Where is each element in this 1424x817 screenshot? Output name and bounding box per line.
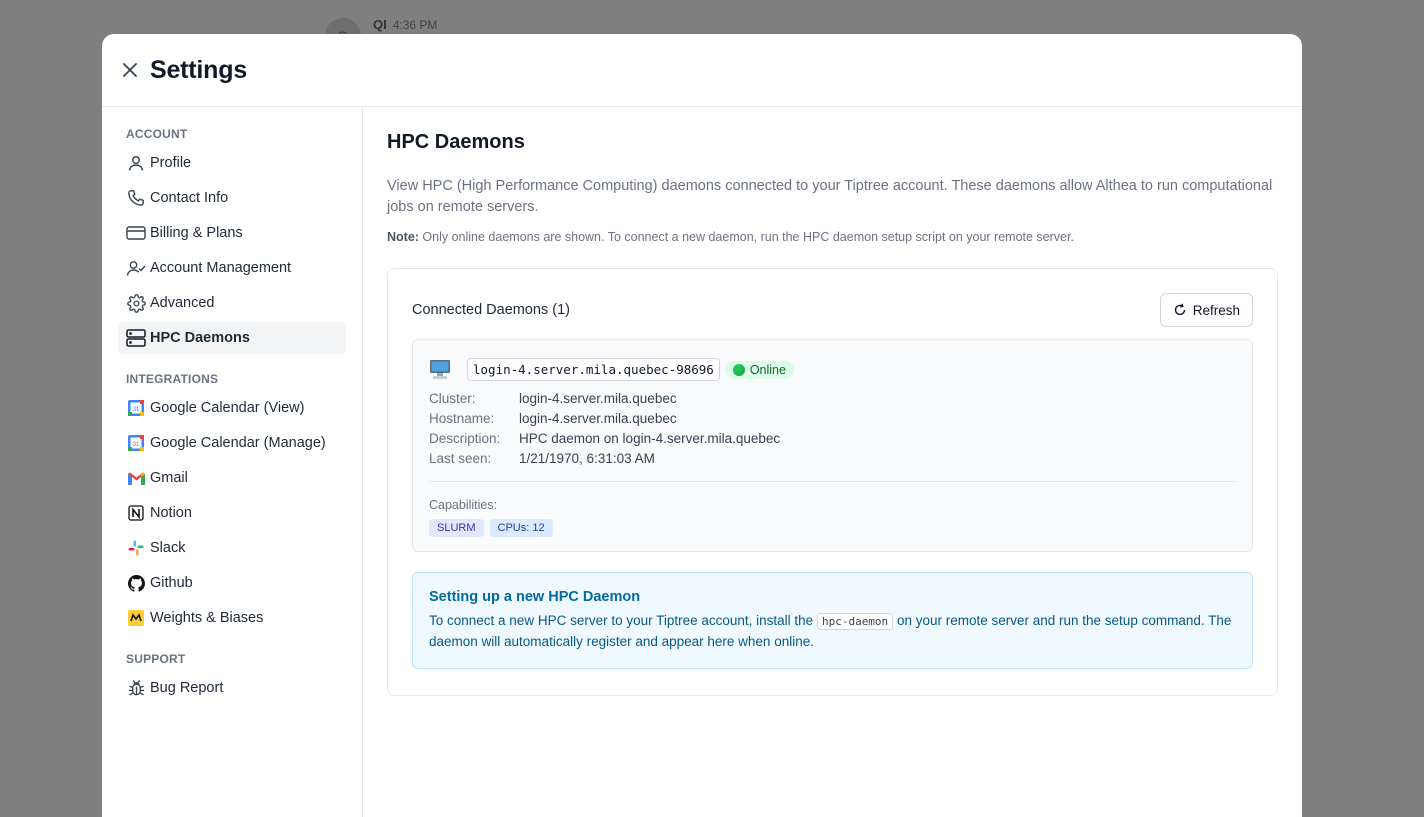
- section-label: SUPPORT: [126, 652, 186, 666]
- settings-modal: Settings ACCOUNT Profile Contact Info Bi…: [102, 34, 1302, 817]
- message-time: 4:36 PM: [392, 18, 438, 32]
- capabilities-label: Capabilities:: [429, 498, 498, 512]
- credit-card-icon: [126, 223, 146, 243]
- sidebar-item-label: Advanced: [150, 295, 215, 311]
- divider: [429, 481, 1236, 482]
- info-value: login-4.server.mila.quebec: [519, 411, 677, 426]
- svg-text:31: 31: [133, 442, 140, 448]
- page-description: View HPC (High Performance Computing) da…: [387, 178, 1273, 215]
- sidebar-item-gmail[interactable]: Gmail: [118, 462, 346, 494]
- capability-badge: SLURM: [429, 519, 484, 537]
- info-label: Cluster:: [429, 391, 476, 406]
- info-value: HPC daemon on login-4.server.mila.quebec: [519, 431, 781, 446]
- capability-badge: CPUs: 12: [489, 519, 553, 537]
- close-icon: [123, 63, 137, 77]
- sidebar-item-label: Profile: [150, 155, 192, 171]
- sidebar-item-label: Google Calendar (Manage): [150, 435, 326, 451]
- sidebar-item-contact-info[interactable]: Contact Info: [118, 182, 346, 214]
- status-text: Online: [749, 362, 786, 377]
- refresh-label: Refresh: [1192, 302, 1240, 318]
- sender-name: QI: [373, 17, 387, 32]
- sidebar-item-billing-plans[interactable]: Billing & Plans: [118, 217, 346, 249]
- google-calendar-icon: 31: [126, 433, 146, 453]
- phone-icon: [126, 188, 146, 208]
- sidebar-item-google-calendar-view[interactable]: 31 Google Calendar (View): [118, 392, 346, 424]
- setup-info-box: Setting up a new HPC Daemon To connect a…: [412, 572, 1253, 669]
- sidebar-item-label: Slack: [150, 540, 186, 556]
- sidebar-item-google-calendar-manage[interactable]: 31 Google Calendar (Manage): [118, 427, 346, 459]
- sidebar-item-advanced[interactable]: Advanced: [118, 287, 346, 319]
- setup-title: Setting up a new HPC Daemon: [429, 589, 641, 605]
- sidebar-section-account: ACCOUNT Profile Contact Info Billing & P…: [118, 127, 346, 354]
- info-label: Hostname:: [429, 411, 495, 426]
- sidebar-item-notion[interactable]: Notion: [118, 497, 346, 529]
- sidebar-section-integrations: INTEGRATIONS 31 Google Calendar (View) 3…: [118, 372, 346, 634]
- user-check-icon: [126, 258, 146, 278]
- info-row-last-seen: Last seen: 1/21/1970, 6:31:03 AM: [429, 449, 1236, 469]
- setup-code: hpc-daemon: [816, 613, 894, 630]
- setup-text-before: To connect a new HPC server to your Tipt…: [429, 613, 817, 628]
- info-row-cluster: Cluster: login-4.server.mila.quebec: [429, 389, 1236, 409]
- sidebar-item-account-management[interactable]: Account Management: [118, 252, 346, 284]
- sidebar-item-profile[interactable]: Profile: [118, 147, 346, 179]
- user-icon: [126, 153, 146, 173]
- note-text: Only online daemons are shown. To connec…: [418, 230, 1074, 244]
- close-button[interactable]: [120, 60, 140, 80]
- gmail-icon: [126, 468, 146, 488]
- page-note: Note: Only online daemons are shown. To …: [387, 230, 1278, 244]
- page-title: HPC Daemons: [387, 131, 525, 153]
- settings-sidebar: ACCOUNT Profile Contact Info Billing & P…: [102, 107, 363, 817]
- info-label: Last seen:: [429, 451, 492, 466]
- refresh-button[interactable]: Refresh: [1159, 293, 1253, 327]
- notion-icon: [126, 503, 146, 523]
- info-label: Description:: [429, 431, 501, 446]
- modal-title: Settings: [150, 55, 248, 84]
- sidebar-section-support: SUPPORT Bug Report: [118, 652, 346, 704]
- status-badge: Online: [724, 360, 794, 379]
- google-calendar-icon: 31: [126, 398, 146, 418]
- info-value: 1/21/1970, 6:31:03 AM: [519, 451, 655, 466]
- sidebar-item-label: Contact Info: [150, 190, 229, 206]
- sidebar-item-label: Account Management: [150, 260, 292, 276]
- modal-header: Settings: [102, 34, 1302, 107]
- panel-title: Connected Daemons (1): [412, 302, 570, 318]
- sidebar-item-label: Gmail: [150, 470, 188, 486]
- setup-text: To connect a new HPC server to your Tipt…: [429, 611, 1236, 652]
- info-row-description: Description: HPC daemon on login-4.serve…: [429, 429, 1236, 449]
- monitor-icon: [430, 359, 450, 379]
- settings-content: HPC Daemons View HPC (High Performance C…: [363, 107, 1302, 817]
- section-label: ACCOUNT: [126, 127, 188, 141]
- daemon-card: login-4.server.mila.quebec-98696 Online …: [412, 339, 1253, 552]
- sidebar-item-label: Billing & Plans: [150, 225, 243, 241]
- sidebar-item-label: HPC Daemons: [150, 330, 250, 346]
- sidebar-item-bug-report[interactable]: Bug Report: [118, 672, 346, 704]
- note-label: Note:: [387, 230, 419, 244]
- sidebar-item-weights-biases[interactable]: Weights & Biases: [118, 602, 346, 634]
- sidebar-item-label: Google Calendar (View): [150, 400, 305, 416]
- refresh-icon: [1174, 303, 1185, 316]
- sidebar-item-label: Notion: [150, 505, 192, 521]
- sidebar-item-slack[interactable]: Slack: [118, 532, 346, 564]
- status-dot-icon: [732, 363, 745, 376]
- sidebar-item-label: Bug Report: [150, 680, 224, 696]
- sidebar-item-label: Github: [150, 575, 193, 591]
- section-label: INTEGRATIONS: [126, 372, 219, 386]
- gear-icon: [126, 293, 146, 313]
- info-row-hostname: Hostname: login-4.server.mila.quebec: [429, 409, 1236, 429]
- sidebar-item-label: Weights & Biases: [150, 610, 264, 626]
- svg-text:31: 31: [133, 407, 140, 413]
- server-icon: [126, 328, 146, 348]
- github-icon: [126, 573, 146, 593]
- sidebar-item-hpc-daemons[interactable]: HPC Daemons: [118, 322, 346, 354]
- wandb-icon: [126, 608, 146, 628]
- info-value: login-4.server.mila.quebec: [519, 391, 677, 406]
- sidebar-item-github[interactable]: Github: [118, 567, 346, 599]
- slack-icon: [126, 538, 146, 558]
- daemon-name: login-4.server.mila.quebec-98696: [467, 358, 720, 381]
- bug-icon: [126, 678, 146, 698]
- connected-daemons-panel: Connected Daemons (1) Refresh login-4.se…: [387, 268, 1278, 696]
